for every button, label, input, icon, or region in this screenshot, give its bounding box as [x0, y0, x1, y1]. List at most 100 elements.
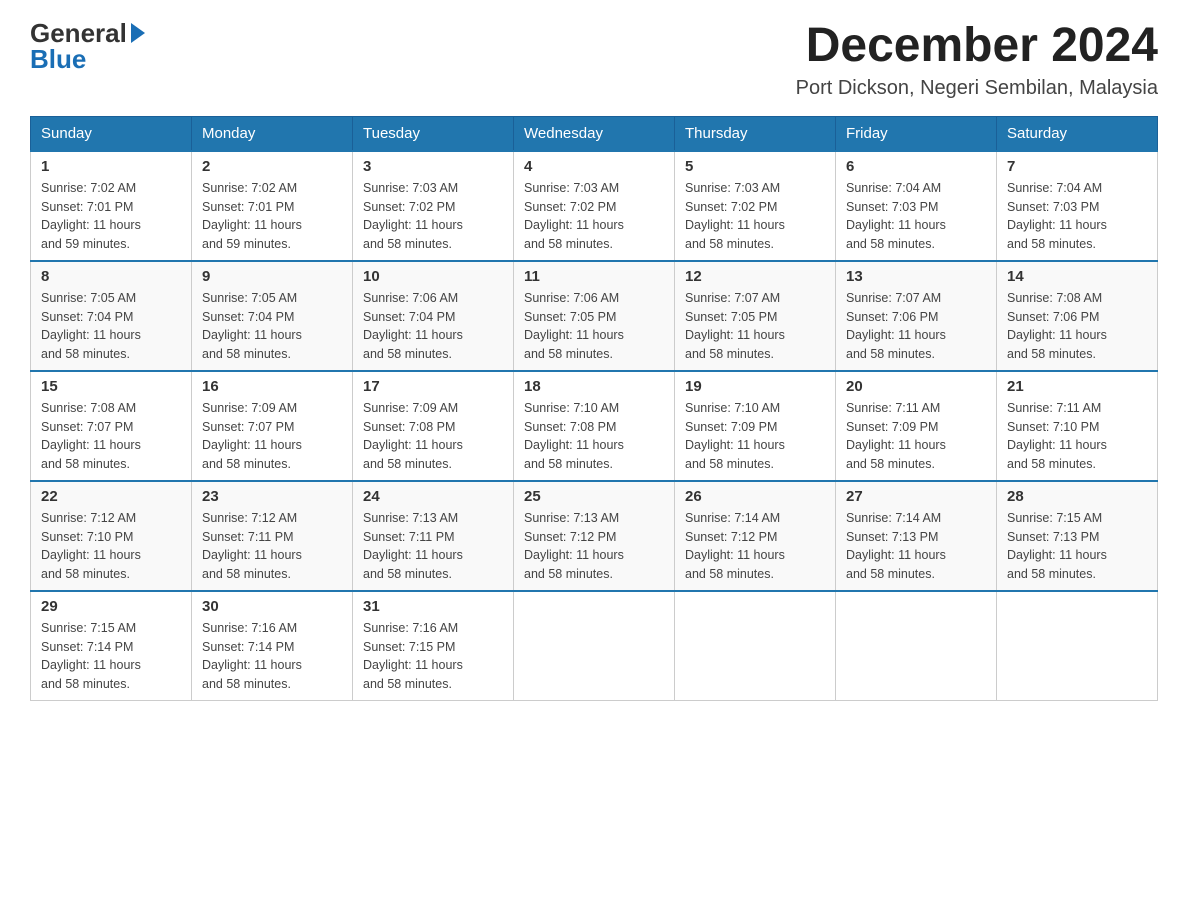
calendar-cell: 21 Sunrise: 7:11 AMSunset: 7:10 PMDayligh…: [997, 371, 1158, 481]
day-info: Sunrise: 7:12 AMSunset: 7:11 PMDaylight:…: [202, 509, 342, 584]
logo: General Blue: [30, 20, 145, 72]
calendar-cell: 15 Sunrise: 7:08 AMSunset: 7:07 PMDayligh…: [31, 371, 192, 481]
calendar-cell: 31 Sunrise: 7:16 AMSunset: 7:15 PMDayligh…: [353, 591, 514, 701]
day-info: Sunrise: 7:14 AMSunset: 7:12 PMDaylight:…: [685, 509, 825, 584]
calendar-cell: 5Sunrise: 7:03 AMSunset: 7:02 PMDaylight…: [675, 151, 836, 261]
day-number: 14: [1007, 268, 1147, 285]
calendar-cell: 10 Sunrise: 7:06 AMSunset: 7:04 PMDayligh…: [353, 261, 514, 371]
title-section: December 2024 Port Dickson, Negeri Sembi…: [796, 20, 1158, 100]
header-friday: Friday: [836, 116, 997, 151]
header-saturday: Saturday: [997, 116, 1158, 151]
day-info: Sunrise: 7:10 AMSunset: 7:09 PMDaylight:…: [685, 399, 825, 474]
calendar-cell: 18 Sunrise: 7:10 AMSunset: 7:08 PMDayligh…: [514, 371, 675, 481]
week-row-4: 22Sunrise: 7:12 AMSunset: 7:10 PMDayligh…: [31, 481, 1158, 591]
day-number: 13: [846, 268, 986, 285]
day-info: Sunrise: 7:16 AMSunset: 7:15 PMDaylight:…: [363, 619, 503, 694]
day-number: 19: [685, 378, 825, 395]
day-number: 17: [363, 378, 503, 395]
day-number: 31: [363, 598, 503, 615]
day-info: Sunrise: 7:04 AMSunset: 7:03 PMDaylight:…: [1007, 179, 1147, 254]
header-tuesday: Tuesday: [353, 116, 514, 151]
calendar-cell: 4 Sunrise: 7:03 AMSunset: 7:02 PMDaylight…: [514, 151, 675, 261]
day-info: Sunrise: 7:02 AMSunset: 7:01 PMDaylight:…: [41, 179, 181, 254]
day-info: Sunrise: 7:16 AMSunset: 7:14 PMDaylight:…: [202, 619, 342, 694]
day-number: 6: [846, 158, 986, 175]
day-number: 29: [41, 598, 181, 615]
page-title: December 2024: [796, 20, 1158, 73]
logo-blue-text: Blue: [30, 46, 86, 72]
day-info: Sunrise: 7:12 AMSunset: 7:10 PMDaylight:…: [41, 509, 181, 584]
day-info: Sunrise: 7:10 AMSunset: 7:08 PMDaylight:…: [524, 399, 664, 474]
header-monday: Monday: [192, 116, 353, 151]
day-number: 20: [846, 378, 986, 395]
calendar-cell: 28 Sunrise: 7:15 AMSunset: 7:13 PMDayligh…: [997, 481, 1158, 591]
day-number: 2: [202, 158, 342, 175]
day-info: Sunrise: 7:15 AMSunset: 7:13 PMDaylight:…: [1007, 509, 1147, 584]
day-info: Sunrise: 7:14 AMSunset: 7:13 PMDaylight:…: [846, 509, 986, 584]
day-info: Sunrise: 7:03 AMSunset: 7:02 PMDaylight:…: [685, 179, 825, 254]
day-number: 12: [685, 268, 825, 285]
calendar-table: Sunday Monday Tuesday Wednesday Thursday…: [30, 116, 1158, 701]
day-number: 7: [1007, 158, 1147, 175]
calendar-cell: 16 Sunrise: 7:09 AMSunset: 7:07 PMDayligh…: [192, 371, 353, 481]
calendar-cell: 20Sunrise: 7:11 AMSunset: 7:09 PMDayligh…: [836, 371, 997, 481]
calendar-cell: 19 Sunrise: 7:10 AMSunset: 7:09 PMDayligh…: [675, 371, 836, 481]
day-number: 9: [202, 268, 342, 285]
day-info: Sunrise: 7:02 AMSunset: 7:01 PMDaylight:…: [202, 179, 342, 254]
day-number: 26: [685, 488, 825, 505]
calendar-cell: 23 Sunrise: 7:12 AMSunset: 7:11 PMDayligh…: [192, 481, 353, 591]
calendar-cell: 7 Sunrise: 7:04 AMSunset: 7:03 PMDaylight…: [997, 151, 1158, 261]
day-number: 18: [524, 378, 664, 395]
calendar-cell: 6 Sunrise: 7:04 AMSunset: 7:03 PMDaylight…: [836, 151, 997, 261]
week-row-3: 15 Sunrise: 7:08 AMSunset: 7:07 PMDayligh…: [31, 371, 1158, 481]
day-number: 8: [41, 268, 181, 285]
day-number: 16: [202, 378, 342, 395]
day-info: Sunrise: 7:05 AMSunset: 7:04 PMDaylight:…: [41, 289, 181, 364]
day-info: Sunrise: 7:09 AMSunset: 7:07 PMDaylight:…: [202, 399, 342, 474]
day-number: 15: [41, 378, 181, 395]
day-number: 3: [363, 158, 503, 175]
day-info: Sunrise: 7:04 AMSunset: 7:03 PMDaylight:…: [846, 179, 986, 254]
day-number: 4: [524, 158, 664, 175]
week-row-1: 1 Sunrise: 7:02 AMSunset: 7:01 PMDaylight…: [31, 151, 1158, 261]
calendar-cell: 14 Sunrise: 7:08 AMSunset: 7:06 PMDayligh…: [997, 261, 1158, 371]
page-subtitle: Port Dickson, Negeri Sembilan, Malaysia: [796, 77, 1158, 100]
day-info: Sunrise: 7:08 AMSunset: 7:07 PMDaylight:…: [41, 399, 181, 474]
calendar-cell: 12Sunrise: 7:07 AMSunset: 7:05 PMDayligh…: [675, 261, 836, 371]
day-info: Sunrise: 7:07 AMSunset: 7:06 PMDaylight:…: [846, 289, 986, 364]
day-info: Sunrise: 7:03 AMSunset: 7:02 PMDaylight:…: [524, 179, 664, 254]
day-info: Sunrise: 7:06 AMSunset: 7:04 PMDaylight:…: [363, 289, 503, 364]
header-thursday: Thursday: [675, 116, 836, 151]
calendar-cell: 13 Sunrise: 7:07 AMSunset: 7:06 PMDayligh…: [836, 261, 997, 371]
day-info: Sunrise: 7:13 AMSunset: 7:11 PMDaylight:…: [363, 509, 503, 584]
day-number: 24: [363, 488, 503, 505]
day-info: Sunrise: 7:11 AMSunset: 7:10 PMDaylight:…: [1007, 399, 1147, 474]
calendar-cell: 30Sunrise: 7:16 AMSunset: 7:14 PMDayligh…: [192, 591, 353, 701]
calendar-cell: [675, 591, 836, 701]
calendar-cell: 9 Sunrise: 7:05 AMSunset: 7:04 PMDaylight…: [192, 261, 353, 371]
day-info: Sunrise: 7:03 AMSunset: 7:02 PMDaylight:…: [363, 179, 503, 254]
day-info: Sunrise: 7:08 AMSunset: 7:06 PMDaylight:…: [1007, 289, 1147, 364]
calendar-cell: 22Sunrise: 7:12 AMSunset: 7:10 PMDayligh…: [31, 481, 192, 591]
day-info: Sunrise: 7:15 AMSunset: 7:14 PMDaylight:…: [41, 619, 181, 694]
day-info: Sunrise: 7:09 AMSunset: 7:08 PMDaylight:…: [363, 399, 503, 474]
calendar-cell: 11Sunrise: 7:06 AMSunset: 7:05 PMDayligh…: [514, 261, 675, 371]
calendar-cell: 27Sunrise: 7:14 AMSunset: 7:13 PMDayligh…: [836, 481, 997, 591]
calendar-cell: 24 Sunrise: 7:13 AMSunset: 7:11 PMDayligh…: [353, 481, 514, 591]
day-number: 25: [524, 488, 664, 505]
day-number: 1: [41, 158, 181, 175]
header-sunday: Sunday: [31, 116, 192, 151]
week-row-5: 29 Sunrise: 7:15 AMSunset: 7:14 PMDayligh…: [31, 591, 1158, 701]
day-number: 10: [363, 268, 503, 285]
calendar-cell: 8 Sunrise: 7:05 AMSunset: 7:04 PMDaylight…: [31, 261, 192, 371]
calendar-cell: 26 Sunrise: 7:14 AMSunset: 7:12 PMDayligh…: [675, 481, 836, 591]
logo-general-text: General: [30, 20, 127, 46]
calendar-cell: 2 Sunrise: 7:02 AMSunset: 7:01 PMDaylight…: [192, 151, 353, 261]
day-number: 28: [1007, 488, 1147, 505]
calendar-cell: 25Sunrise: 7:13 AMSunset: 7:12 PMDayligh…: [514, 481, 675, 591]
day-info: Sunrise: 7:05 AMSunset: 7:04 PMDaylight:…: [202, 289, 342, 364]
calendar-cell: 17 Sunrise: 7:09 AMSunset: 7:08 PMDayligh…: [353, 371, 514, 481]
day-number: 23: [202, 488, 342, 505]
calendar-cell: 29 Sunrise: 7:15 AMSunset: 7:14 PMDayligh…: [31, 591, 192, 701]
day-number: 21: [1007, 378, 1147, 395]
